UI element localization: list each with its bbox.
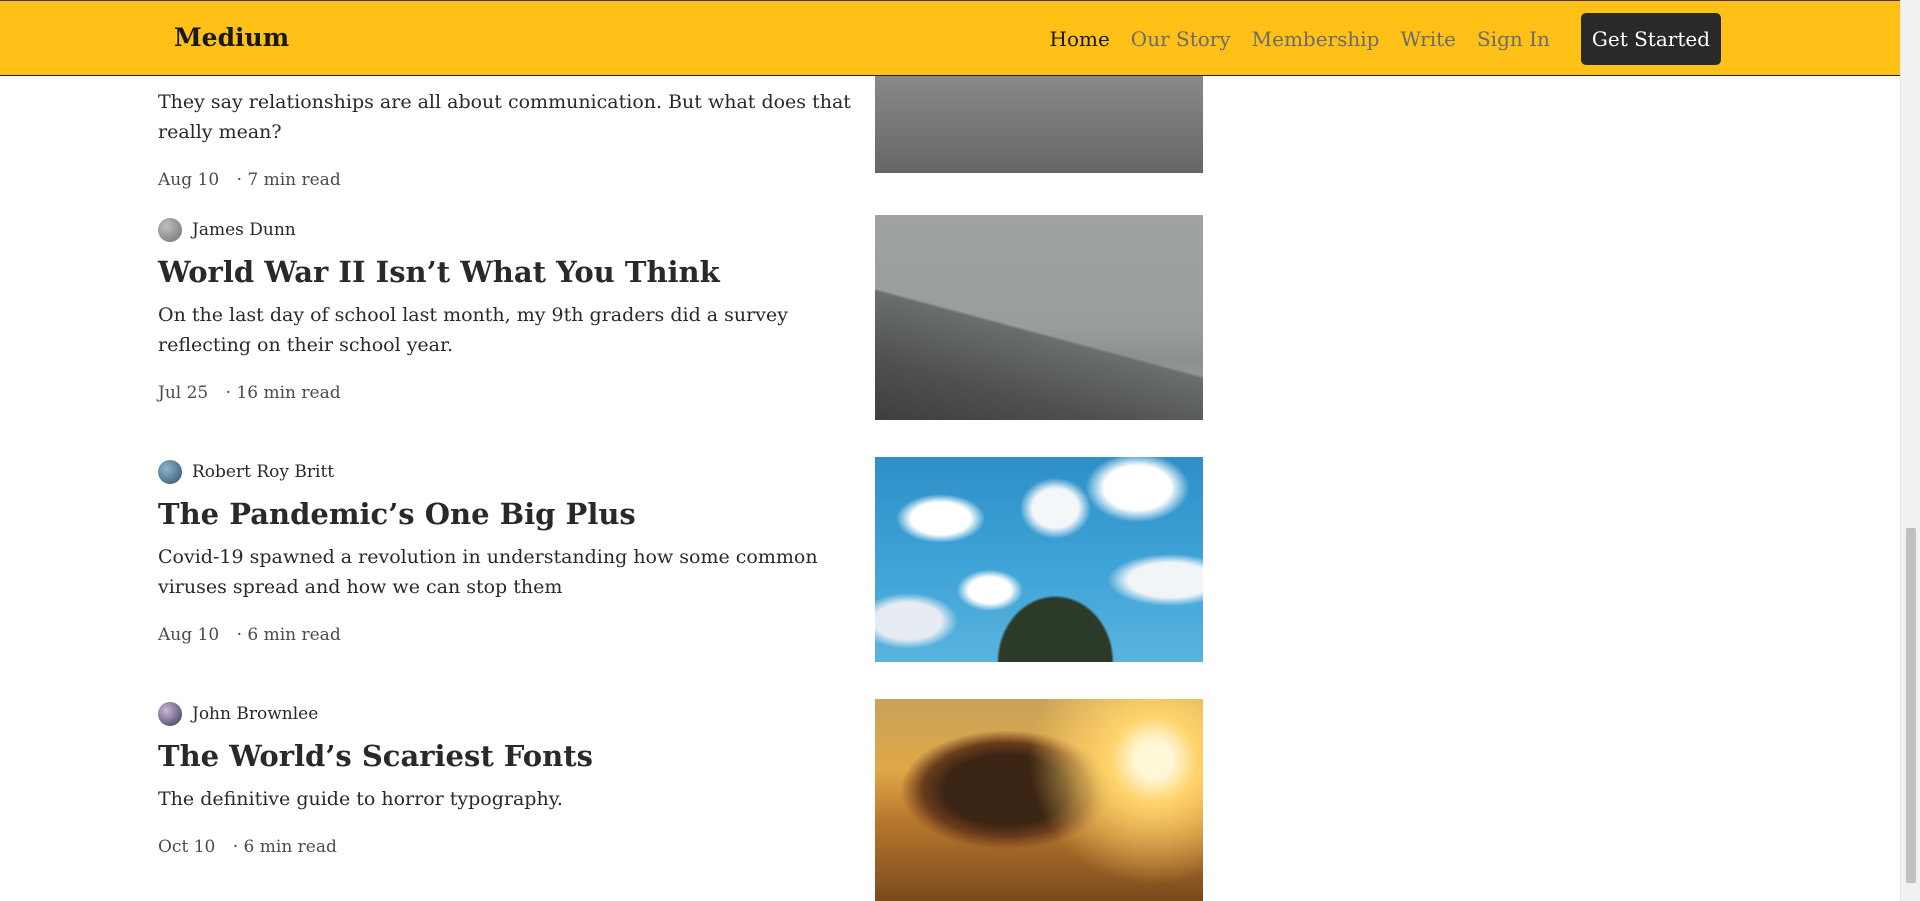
article-read-time: · 6 min read (236, 625, 341, 645)
article-subtitle[interactable]: Covid-19 spawned a revolution in underst… (158, 542, 858, 602)
article-date: Jul 25 (158, 383, 209, 403)
article-read-time: · 7 min read (236, 170, 341, 190)
article-meta: Aug 10 · 6 min read (158, 625, 341, 645)
article-date: Oct 10 (158, 837, 216, 857)
article-subtitle[interactable]: The definitive guide to horror typograph… (158, 784, 858, 814)
scrollbar-thumb[interactable] (1906, 528, 1916, 883)
article-date: Aug 10 (158, 625, 220, 645)
author-avatar (158, 702, 182, 726)
article-read-time: · 6 min read (232, 837, 337, 857)
nav-write[interactable]: Write (1400, 27, 1456, 51)
author-name[interactable]: John Brownlee (192, 704, 318, 724)
page: Medium Home Our Story Membership Write S… (0, 0, 1920, 901)
article-card[interactable]: John Brownlee The World’s Scariest Fonts… (158, 699, 1203, 901)
nav-membership[interactable]: Membership (1252, 27, 1380, 51)
article-meta: Jul 25 · 16 min read (158, 383, 341, 403)
author-avatar (158, 218, 182, 242)
article-title[interactable]: The Pandemic’s One Big Plus (158, 497, 858, 531)
article-image[interactable] (875, 699, 1203, 901)
article-read-time: · 16 min read (225, 383, 341, 403)
top-navbar: Medium Home Our Story Membership Write S… (0, 0, 1900, 76)
article-title[interactable]: The World’s Scariest Fonts (158, 739, 858, 773)
nav-sign-in[interactable]: Sign In (1477, 27, 1550, 51)
article-card[interactable]: Robert Roy Britt The Pandemic’s One Big … (158, 457, 1203, 662)
article-image[interactable] (875, 215, 1203, 420)
author-name[interactable]: James Dunn (192, 220, 296, 240)
logo[interactable]: Medium (174, 23, 289, 52)
nav-links: Home Our Story Membership Write Sign In … (1050, 13, 1721, 65)
article-subtitle[interactable]: On the last day of school last month, my… (158, 300, 858, 360)
article-date: Aug 10 (158, 170, 220, 190)
article-meta: Oct 10 · 6 min read (158, 837, 337, 857)
nav-home[interactable]: Home (1050, 27, 1110, 51)
article-subtitle[interactable]: They say relationships are all about com… (158, 87, 858, 147)
author-avatar (158, 460, 182, 484)
article-title[interactable]: World War II Isn’t What You Think (158, 255, 858, 289)
get-started-button[interactable]: Get Started (1580, 13, 1721, 65)
nav-our-story[interactable]: Our Story (1131, 27, 1231, 51)
article-meta: Aug 10 · 7 min read (158, 170, 341, 190)
article-card[interactable]: James Dunn World War II Isn’t What You T… (158, 215, 1203, 420)
author-name[interactable]: Robert Roy Britt (192, 462, 334, 482)
article-image[interactable] (875, 457, 1203, 662)
scrollbar[interactable] (1900, 0, 1920, 901)
